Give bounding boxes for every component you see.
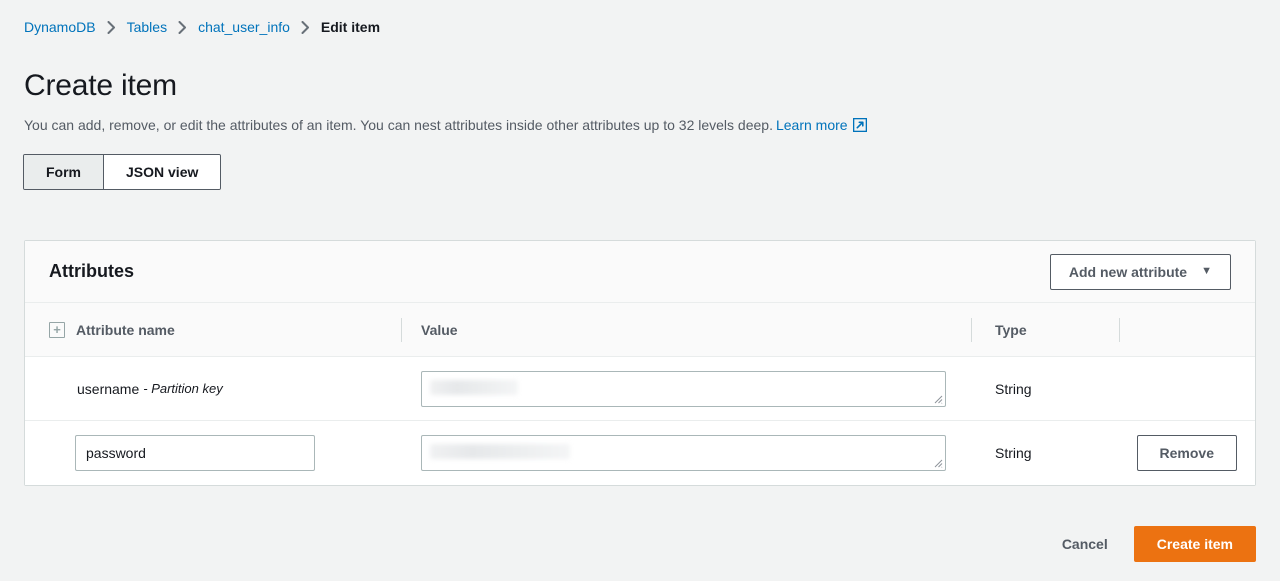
attribute-value-cell: [401, 371, 971, 407]
attribute-name-cell: [25, 435, 401, 471]
resize-grip-icon[interactable]: [934, 459, 943, 468]
attribute-type-password: String: [995, 445, 1032, 461]
create-item-button[interactable]: Create item: [1134, 526, 1256, 562]
value-textarea-username[interactable]: [421, 371, 946, 407]
table-row: username - Partition key String: [25, 357, 1255, 421]
expand-plus-icon[interactable]: +: [49, 322, 65, 338]
breadcrumb-item-dynamodb[interactable]: DynamoDB: [24, 16, 96, 38]
attribute-type-cell: String: [971, 445, 1119, 461]
view-toggle: Form JSON view: [23, 154, 221, 190]
column-header-attribute-name-label: Attribute name: [76, 322, 175, 338]
breadcrumb-item-tables[interactable]: Tables: [127, 16, 167, 38]
cancel-button[interactable]: Cancel: [1058, 528, 1112, 560]
tab-json-view[interactable]: JSON view: [104, 155, 220, 189]
attribute-name-cell: username - Partition key: [25, 381, 401, 397]
attribute-name-username: username: [49, 381, 139, 397]
page-title: Create item: [24, 66, 177, 106]
add-new-attribute-label: Add new attribute: [1069, 264, 1187, 280]
attributes-panel: Attributes Add new attribute ▼ + Attribu…: [24, 240, 1256, 486]
caret-down-icon: ▼: [1201, 266, 1212, 277]
value-textarea-password[interactable]: [421, 435, 946, 471]
attribute-name-input-password[interactable]: [75, 435, 315, 471]
breadcrumb: DynamoDB Tables chat_user_info Edit item: [24, 16, 380, 38]
attribute-action-cell: Remove: [1119, 435, 1255, 471]
page-description: You can add, remove, or edit the attribu…: [24, 115, 867, 137]
panel-header: Attributes Add new attribute ▼: [25, 241, 1255, 303]
column-header-attribute-name: + Attribute name: [25, 322, 401, 338]
redacted-value: [430, 380, 518, 395]
resize-grip-icon[interactable]: [934, 395, 943, 404]
table-header-row: + Attribute name Value Type: [25, 303, 1255, 357]
column-header-value: Value: [401, 322, 971, 338]
page-description-text: You can add, remove, or edit the attribu…: [24, 117, 773, 133]
footer-actions: Cancel Create item: [1058, 526, 1256, 562]
breadcrumb-item-table-name[interactable]: chat_user_info: [198, 16, 290, 38]
attribute-value-cell: [401, 435, 971, 471]
chevron-right-icon: [301, 21, 310, 34]
table-row: String Remove: [25, 421, 1255, 485]
attribute-type-username: String: [995, 381, 1032, 397]
redacted-value: [430, 444, 570, 459]
add-new-attribute-button[interactable]: Add new attribute ▼: [1050, 254, 1231, 290]
panel-title: Attributes: [49, 261, 134, 282]
attribute-type-cell: String: [971, 381, 1119, 397]
tab-form[interactable]: Form: [24, 155, 104, 189]
learn-more-link[interactable]: Learn more: [776, 117, 848, 133]
breadcrumb-item-current: Edit item: [321, 16, 380, 38]
column-header-type: Type: [971, 322, 1119, 338]
partition-key-tag: - Partition key: [143, 381, 222, 396]
external-link-icon[interactable]: [853, 117, 867, 137]
chevron-right-icon: [107, 21, 116, 34]
remove-attribute-button[interactable]: Remove: [1137, 435, 1237, 471]
chevron-right-icon: [178, 21, 187, 34]
